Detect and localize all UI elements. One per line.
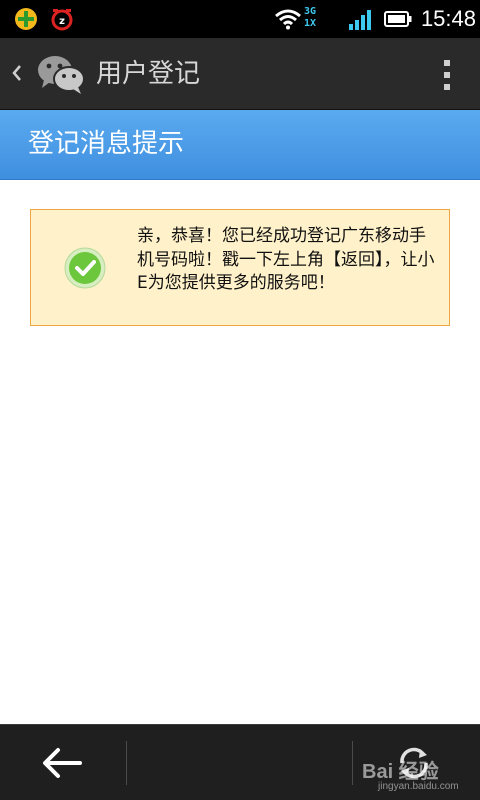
svg-text:z: z [59,16,65,27]
bottom-bar: Bai 经验 jingyan.baidu.com [0,724,480,800]
message-header-title: 登记消息提示 [28,129,185,159]
battery-icon [384,11,412,27]
app-bar: 用户登记 [0,38,480,110]
network-bottom-label: 1X [304,18,317,29]
watermark-brand: Bai 经验 [362,761,439,783]
notice-message: 亲，恭喜！您已经成功登记广东移动手机号码啦！戳一下左上角【返回】，让小E为您提供… [137,226,435,293]
overflow-menu-icon[interactable] [442,58,452,92]
back-chevron-icon[interactable] [8,58,26,88]
status-time: 15:48 [420,6,476,31]
wechat-logo-icon [38,56,85,94]
signal-icon [349,10,371,30]
bottom-divider [126,741,127,785]
bottom-divider [352,741,353,785]
wifi-icon [275,9,301,30]
back-arrow-icon[interactable] [40,745,84,781]
check-icon [64,247,106,289]
watermark-url: jingyan.baidu.com [378,781,459,792]
success-notice: 亲，恭喜！您已经成功登记广东移动手机号码啦！戳一下左上角【返回】，让小E为您提供… [30,209,450,326]
status-bar: z 3G 1X 15:48 [0,0,480,38]
network-top-label: 3G [304,6,317,17]
message-header: 登记消息提示 [0,110,480,180]
app-plus-icon [15,8,37,30]
network-type: 3G 1X [304,6,342,32]
page-title: 用户登记 [96,59,201,89]
alarm-z-icon: z [51,9,73,31]
